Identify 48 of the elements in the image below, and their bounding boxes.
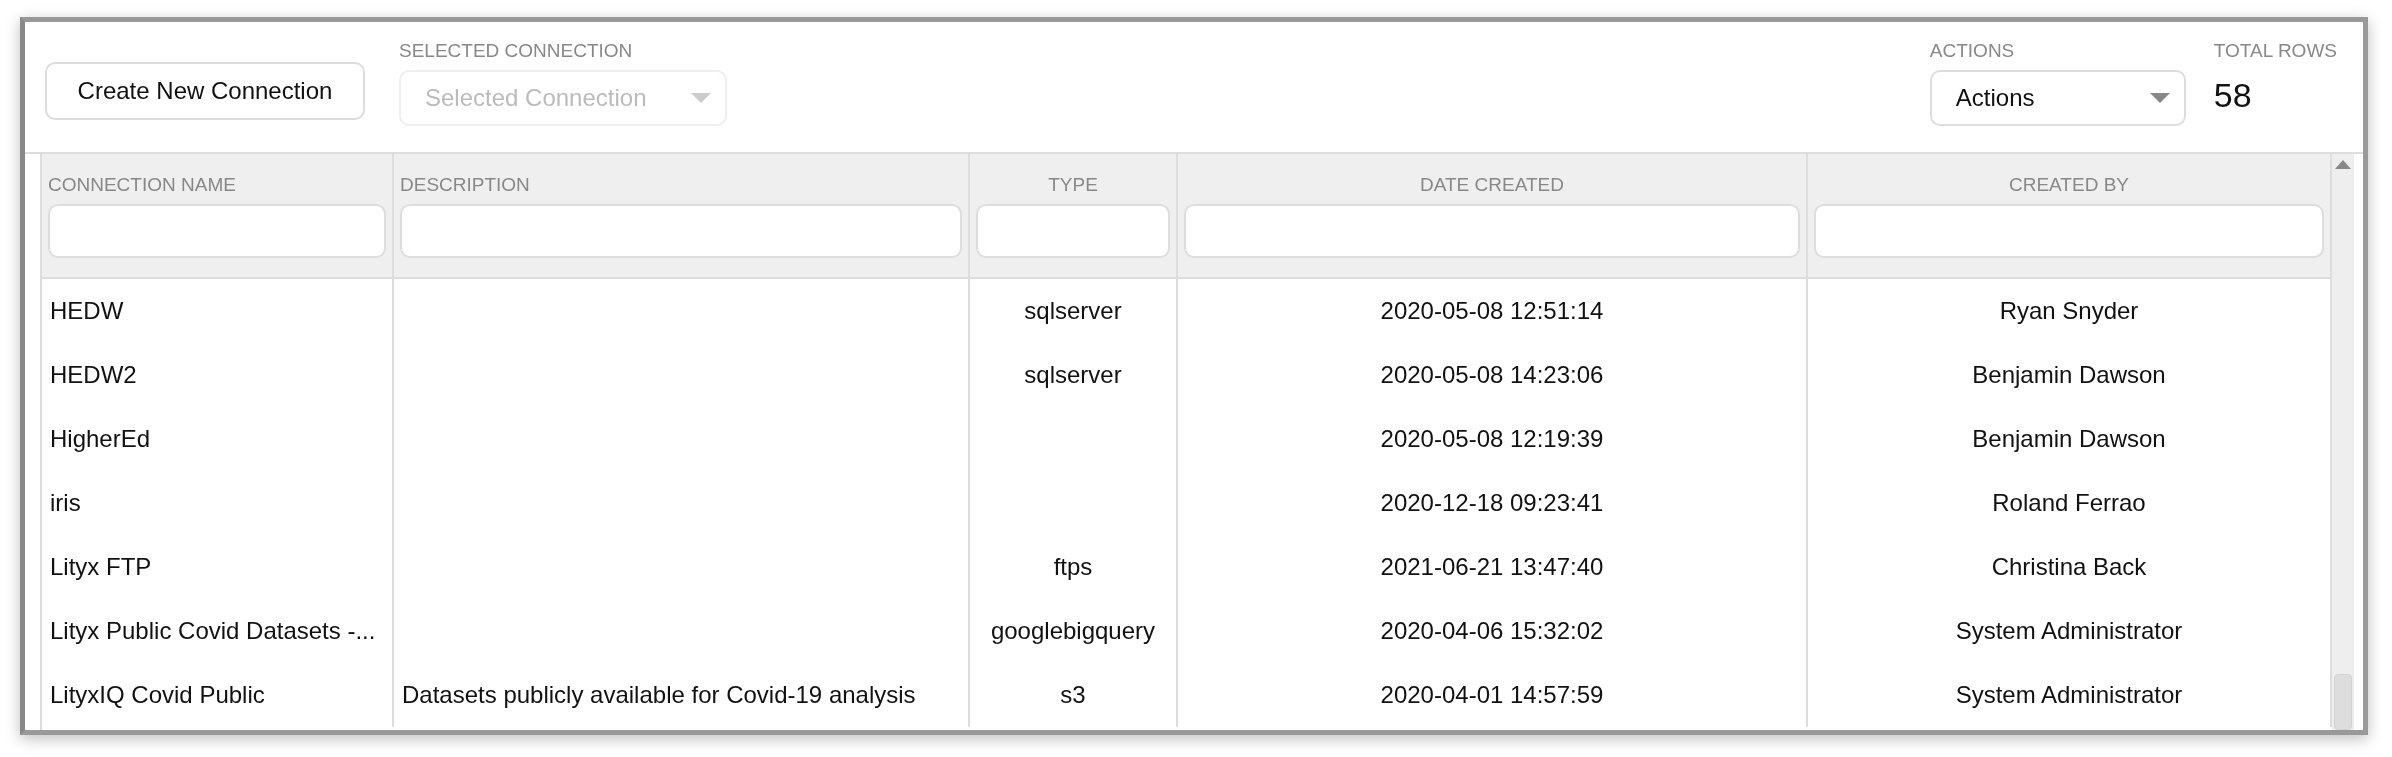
table-cell: Ryan Snyder bbox=[1999, 297, 2139, 325]
filter-input-field[interactable] bbox=[1184, 204, 1800, 258]
table-cell: Benjamin Dawson bbox=[1972, 361, 2166, 389]
table-cell: 2020-04-01 14:57:59 bbox=[1380, 681, 1604, 709]
table-cell: 2020-04-06 15:32:02 bbox=[1380, 617, 1604, 645]
table-cell: Lityx FTP bbox=[50, 553, 152, 581]
table-cell: 2020-05-08 12:51:14 bbox=[1380, 297, 1604, 325]
table-cell: HEDW2 bbox=[50, 361, 137, 389]
filter-input-field[interactable] bbox=[976, 204, 1170, 258]
table-cell: 2020-05-08 14:23:06 bbox=[1380, 361, 1604, 389]
table-cell: Datasets publicly available for Covid-19 analysis bbox=[402, 681, 916, 709]
caret-icon bbox=[691, 93, 711, 103]
actions-dropdown[interactable]: Actions bbox=[1929, 70, 2186, 126]
table-cell: googlebigquery bbox=[990, 617, 1156, 645]
table-cell: 2021-06-21 13:47:40 bbox=[1380, 553, 1604, 581]
scroll-up-arrow-icon[interactable] bbox=[2335, 160, 2351, 169]
column-header: DESCRIPTION bbox=[400, 174, 531, 197]
table-cell: sqlserver bbox=[1024, 297, 1122, 325]
table-cell: Lityx Public Covid Datasets -... bbox=[50, 617, 376, 645]
create-new-connection-button[interactable]: Create New Connection bbox=[45, 62, 365, 120]
table-cell: Benjamin Dawson bbox=[1972, 425, 2166, 453]
table-cell: 2020-12-18 09:23:41 bbox=[1380, 489, 1604, 517]
column-header: CREATED BY bbox=[2008, 174, 2130, 197]
total-rows-value: 58 bbox=[2213, 76, 2253, 115]
table-cell: HEDW bbox=[50, 297, 124, 325]
table-cell: sqlserver bbox=[1024, 361, 1122, 389]
column-header: TYPE bbox=[1047, 174, 1099, 197]
table-cell: Roland Ferrao bbox=[1992, 489, 2146, 517]
table-cell: s3 bbox=[1060, 681, 1086, 709]
filter-input-field[interactable] bbox=[1814, 204, 2324, 258]
field-label: ACTIONS bbox=[1929, 40, 2016, 62]
table-cell: System Administrator bbox=[1955, 681, 2183, 709]
field-label: SELECTED CONNECTION bbox=[399, 40, 634, 62]
table-cell: Christina Back bbox=[1991, 553, 2147, 581]
column-header: DATE CREATED bbox=[1419, 174, 1565, 197]
table-cell: ftps bbox=[1053, 553, 1093, 581]
table-cell: HigherEd bbox=[50, 425, 151, 453]
table-cell: System Administrator bbox=[1955, 617, 2183, 645]
table-cell: iris bbox=[50, 489, 81, 517]
total-rows-label: TOTAL ROWS bbox=[2213, 40, 2337, 62]
column-header: CONNECTION NAME bbox=[48, 174, 237, 197]
filter-input-field[interactable] bbox=[48, 204, 386, 258]
caret-icon bbox=[2149, 93, 2170, 103]
table-cell: LityxIQ Covid Public bbox=[50, 681, 265, 709]
table-cell: 2020-05-08 12:19:39 bbox=[1380, 425, 1604, 453]
scrollbar-thumb[interactable] bbox=[2334, 674, 2352, 730]
scrollbar[interactable] bbox=[2332, 154, 2354, 730]
filter-input-field[interactable] bbox=[400, 204, 962, 258]
